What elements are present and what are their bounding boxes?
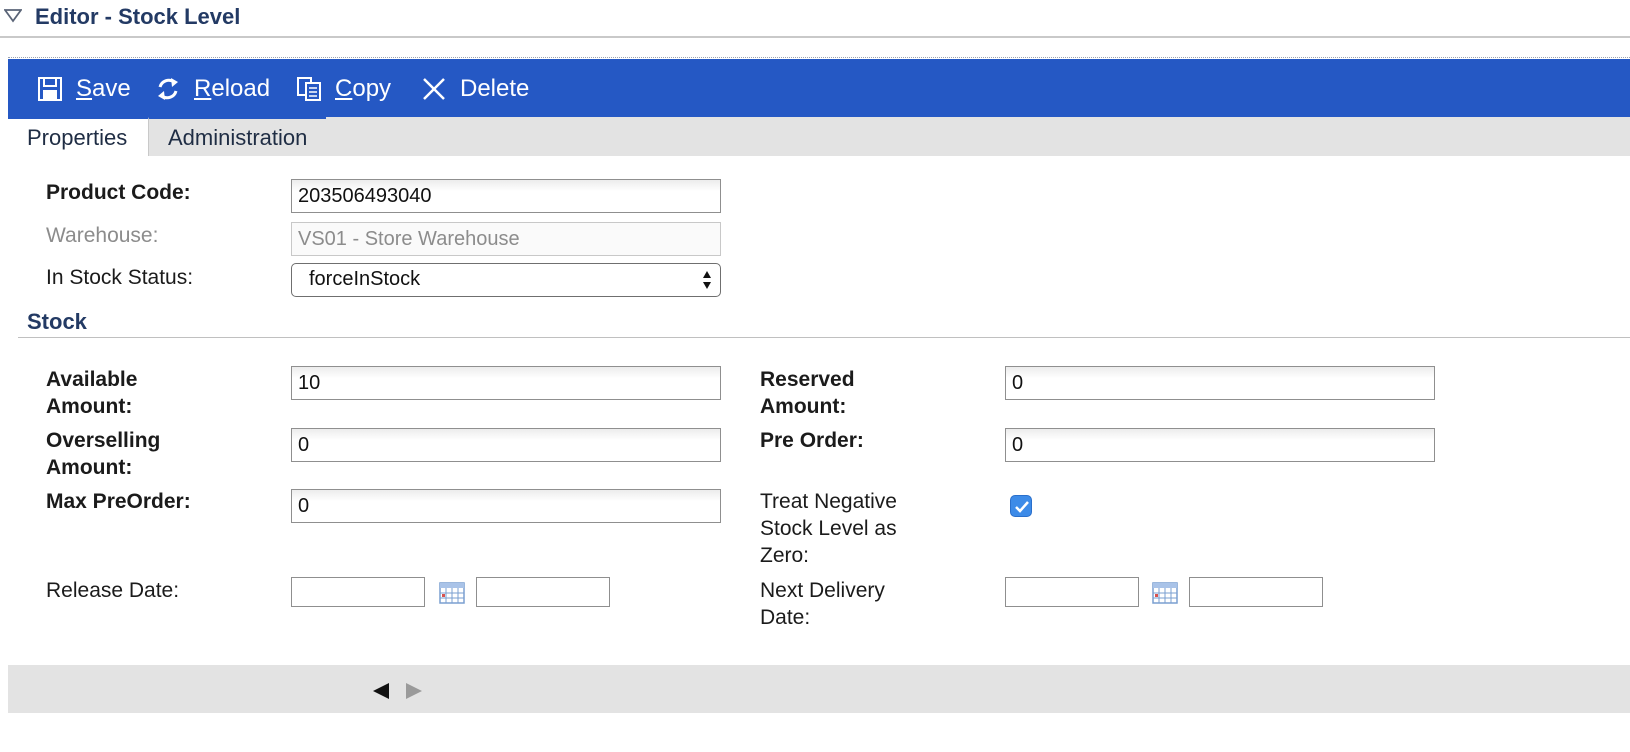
arrow-left-icon[interactable]: [371, 682, 391, 700]
reserved-amount-input[interactable]: [1005, 366, 1435, 400]
next-delivery-date-label-line2: Date:: [760, 606, 811, 629]
in-stock-status-label: In Stock Status:: [46, 266, 194, 289]
in-stock-status-value: forceInStock: [309, 268, 421, 290]
next-delivery-date-label-line1: Next Delivery: [760, 579, 885, 602]
available-amount-label-line1: Available: [46, 368, 138, 391]
treat-negative-label-line1: Treat Negative: [760, 490, 897, 513]
next-delivery-time-input[interactable]: [1189, 577, 1323, 607]
overselling-amount-label-line1: Overselling: [46, 429, 161, 452]
treat-negative-label-line2: Stock Level as: [760, 517, 897, 540]
checkmark-icon: [1015, 501, 1029, 513]
reserved-amount-label: Reserved Amount:: [760, 366, 855, 420]
editor-header: [0, 0, 1630, 38]
reserved-amount-label-line2: Amount:: [760, 395, 847, 418]
calendar-icon[interactable]: [1152, 582, 1178, 604]
toolbar: Save Reload Copy Delete: [8, 59, 1630, 117]
available-amount-label: Available Amount:: [46, 366, 137, 420]
available-amount-input[interactable]: [291, 366, 721, 400]
release-time-input[interactable]: [476, 577, 610, 607]
treat-negative-label: Treat Negative Stock Level as Zero:: [760, 488, 897, 569]
arrow-right-icon[interactable]: [404, 682, 424, 700]
save-label: Save: [76, 75, 131, 102]
reload-button[interactable]: Reload: [154, 72, 270, 106]
reload-icon: [158, 78, 178, 100]
delete-label: Delete: [460, 75, 530, 102]
max-preorder-input[interactable]: [291, 489, 721, 523]
tab-properties[interactable]: Properties: [8, 117, 148, 156]
treat-negative-label-line3: Zero:: [760, 544, 810, 567]
overselling-amount-label-line2: Amount:: [46, 456, 133, 479]
product-code-label: Product Code:: [46, 181, 191, 204]
section-divider: [18, 337, 1630, 338]
close-icon: [423, 78, 445, 100]
editor-title: Editor - Stock Level: [35, 4, 241, 29]
release-date-label: Release Date:: [46, 579, 180, 602]
treat-negative-checkbox[interactable]: [1010, 495, 1032, 517]
max-preorder-label: Max PreOrder:: [46, 490, 191, 513]
warehouse-label: Warehouse:: [46, 224, 159, 247]
overselling-amount-input[interactable]: [291, 428, 721, 462]
divider: [8, 57, 1630, 58]
pre-order-label: Pre Order:: [760, 429, 864, 452]
tabs-bar: Properties Administration: [8, 117, 1630, 156]
calendar-icon[interactable]: [439, 582, 465, 604]
warehouse-input: [291, 222, 721, 256]
footer-bar: [8, 665, 1630, 713]
next-delivery-date-input[interactable]: [1005, 577, 1139, 607]
delete-button[interactable]: Delete: [420, 72, 529, 106]
next-delivery-date-label: Next Delivery Date:: [760, 577, 885, 631]
stock-section-title: Stock: [27, 309, 87, 334]
collapse-triangle-icon[interactable]: [4, 9, 22, 23]
overselling-amount-label: Overselling Amount:: [46, 427, 160, 481]
in-stock-status-select[interactable]: forceInStock: [291, 263, 721, 297]
floppy-disk-icon: [38, 77, 62, 101]
save-button[interactable]: Save: [36, 72, 131, 106]
copy-icon: [297, 77, 321, 101]
reload-label: Reload: [194, 75, 271, 102]
available-amount-label-line2: Amount:: [46, 395, 133, 418]
reserved-amount-label-line1: Reserved: [760, 368, 855, 391]
tab-administration[interactable]: Administration: [148, 117, 327, 156]
release-date-input[interactable]: [291, 577, 425, 607]
copy-label: Copy: [335, 75, 392, 102]
copy-button[interactable]: Copy: [295, 72, 391, 106]
product-code-input[interactable]: [291, 179, 721, 213]
select-arrows-icon: [703, 271, 711, 289]
pre-order-input[interactable]: [1005, 428, 1435, 462]
